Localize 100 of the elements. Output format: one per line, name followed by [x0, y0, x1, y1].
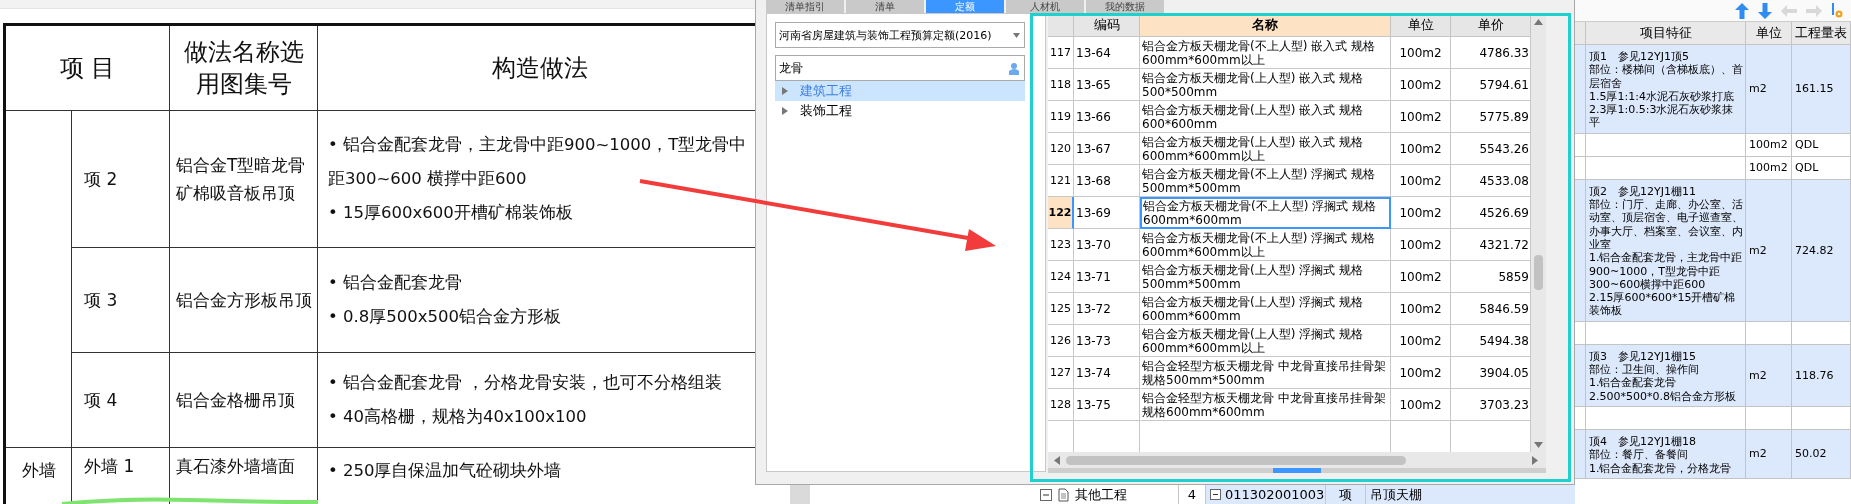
table-cell: 13-70 [1074, 229, 1140, 261]
row-number[interactable]: 124 [1048, 261, 1074, 293]
feature-text: 部位：门厅、走廊、办公室、活动室、顶层宿舍、电子巡查室、办事大厅、档案室、会议室、内业室 [1589, 198, 1743, 252]
library-dropdown[interactable]: 河南省房屋建筑与装饰工程预算定额(2016) [775, 22, 1025, 48]
table-cell: 100m2 [1391, 293, 1451, 325]
table-cell: 13-65 [1074, 69, 1140, 101]
scroll-right-icon[interactable] [1532, 455, 1538, 465]
row-number[interactable]: 122 [1048, 197, 1074, 229]
collapse-icon[interactable] [1040, 488, 1052, 501]
feature-text: 部位：楼梯间（含梯板底）、首层宿舍 [1589, 63, 1743, 90]
tab[interactable]: 我的数据 [1086, 0, 1164, 13]
expand-icon[interactable] [782, 87, 788, 95]
column-header[interactable]: 工程量表 [1792, 22, 1851, 45]
column-header[interactable]: 编码 [1074, 15, 1140, 37]
row-number[interactable]: 119 [1048, 101, 1074, 133]
bullet-text: • 40高格栅，规格为40x100x100 [328, 406, 588, 428]
feature-text: 顶1 参见12YJ1顶5 [1589, 50, 1690, 64]
tree-item[interactable]: 其他工程 [1075, 485, 1127, 504]
table-cell-text: 项 4 [84, 389, 118, 412]
table-cell: 13-74 [1074, 357, 1140, 389]
vertical-scrollbar[interactable] [1531, 15, 1546, 452]
tree-item[interactable]: 装饰工程 [775, 101, 1025, 121]
table-cell-text: 铝合金格栅吊顶 [176, 389, 295, 412]
table-cell-text: 项 3 [84, 289, 118, 312]
scroll-thumb[interactable] [1066, 455, 1406, 465]
row-number[interactable]: 128 [1048, 389, 1074, 421]
feature-text: 1.5厚1:1:4水泥石灰砂浆打底 [1589, 89, 1735, 104]
column-strip [790, 485, 810, 504]
table-cell: 100m2 [1391, 37, 1451, 69]
column-header[interactable]: 单价 [1451, 15, 1531, 37]
bullet-text: • 15厚600x600开槽矿棉装饰板 [328, 202, 574, 224]
row-number[interactable]: 117 [1048, 37, 1074, 69]
table-cell [1575, 133, 1586, 157]
table-cell-text: 真石漆外墙墙面 [176, 455, 295, 478]
down-arrow-icon[interactable] [1758, 2, 1772, 19]
table-cell: 铝合金方板天棚龙骨(上人型) 嵌入式 规格600*600mm [1140, 101, 1391, 133]
feature-text: 1.铝合金配套龙骨，主龙骨中距900~1000，T型龙骨中距300~600横撑中距600 [1589, 251, 1743, 292]
table-cell [1575, 156, 1586, 180]
table-cell: 铝合金方板天棚龙骨(上人型) 嵌入式 规格500*500mm [1140, 69, 1391, 101]
bullet-text: • 250厚自保温加气砼砌块外墙 [328, 460, 563, 482]
row-number[interactable]: 121 [1048, 165, 1074, 197]
table-cell: 100m2 [1746, 133, 1792, 157]
table-cell: QDL [1792, 156, 1851, 180]
person-icon[interactable] [1008, 61, 1020, 75]
table-cell: m2 [1746, 45, 1792, 134]
table-cell: 13-66 [1074, 101, 1140, 133]
collapse-icon[interactable] [1210, 489, 1221, 500]
tab[interactable]: 人材机 [1006, 0, 1084, 13]
table-cell: 13-72 [1074, 293, 1140, 325]
column-header[interactable]: 单位 [1391, 15, 1451, 37]
feature-text: 顶4 参见12YJ1棚18 [1589, 434, 1697, 449]
search-field[interactable]: 龙骨 [775, 55, 1025, 81]
table-cell: 项 [1325, 485, 1365, 504]
feature-text: 部位：餐厅、备餐间 [1589, 448, 1689, 462]
table-cell-text: 外墙 1 [84, 455, 135, 478]
feature-text: 2.15厚600*600*15开槽矿棉装饰板 [1589, 291, 1737, 318]
table-cell: 100m2 [1391, 133, 1451, 165]
table-cell-text: 铝合金T型暗龙骨矿棉吸音板吊顶 [176, 154, 307, 205]
table-cell: 13-67 [1074, 133, 1140, 165]
feature-text: 2.3厚1:0.5:3水泥石灰砂浆抹平 [1589, 103, 1735, 130]
table-cell: 铝合金方板天棚龙骨(上人型) 浮搁式 规格500mm*500mm [1140, 261, 1391, 293]
scroll-up-icon[interactable] [1534, 19, 1543, 25]
column-header[interactable]: 项目特征 [1586, 22, 1746, 45]
feature-text: 1.铝合金配套龙骨，分格龙骨 [1589, 461, 1733, 475]
table-cell: 161.15 [1792, 45, 1851, 134]
column-header[interactable]: 名称 [1140, 15, 1391, 37]
row-number[interactable]: 127 [1048, 357, 1074, 389]
row-number[interactable]: 126 [1048, 325, 1074, 357]
row-number[interactable]: 123 [1048, 229, 1074, 261]
feature-text: 部位：卫生间、操作间 [1589, 363, 1700, 377]
up-arrow-icon[interactable] [1735, 2, 1749, 19]
table-cell: 13-73 [1074, 325, 1140, 357]
row-number[interactable]: 120 [1048, 133, 1074, 165]
table-cell: 铝合金方板天棚龙骨(上人型) 浮搁式 规格600mm*600mm [1140, 293, 1391, 325]
table-cell [1792, 406, 1851, 430]
table-cell [1575, 321, 1586, 345]
row-number[interactable]: 125 [1048, 293, 1074, 325]
splitter-handle[interactable] [1273, 468, 1321, 473]
feature-text: 顶2 参见12YJ1棚11 [1589, 184, 1697, 199]
scroll-left-icon[interactable] [1054, 455, 1060, 465]
horizontal-scrollbar[interactable] [1048, 452, 1546, 468]
expand-icon[interactable] [782, 107, 788, 115]
table-cell-text: 铝合金方形板吊顶 [176, 289, 312, 312]
caret-icon [1013, 32, 1020, 38]
scroll-thumb[interactable] [1534, 255, 1543, 290]
table-cell [1746, 406, 1792, 430]
feature-text: 1.铝合金配套龙骨 [1589, 376, 1678, 390]
bullet-text: • 铝合金配套龙骨，主龙骨中距900~1000，T型龙骨中距300~600 横撑中距600 [328, 134, 748, 190]
column-header[interactable]: 单位 [1746, 22, 1792, 45]
scroll-down-icon[interactable] [1534, 442, 1543, 448]
table-cell: 铝合金方板天棚龙骨(不上人型) 浮搁式 规格600mm*600mm [1140, 197, 1391, 229]
row-number[interactable]: 118 [1048, 69, 1074, 101]
tab[interactable]: 清单指引 [766, 0, 844, 13]
table-cell [1792, 321, 1851, 345]
table-cell: 铝合金方板天棚龙骨(上人型) 嵌入式 规格600mm*600mm以上 [1140, 133, 1391, 165]
tab[interactable]: 清单 [846, 0, 924, 13]
table-cell [1575, 406, 1586, 430]
bullet-text: • 铝合金配套龙骨 [328, 272, 463, 294]
table-cell: m2 [1746, 429, 1792, 479]
table-cell: 吊顶天棚 [1365, 485, 1575, 504]
